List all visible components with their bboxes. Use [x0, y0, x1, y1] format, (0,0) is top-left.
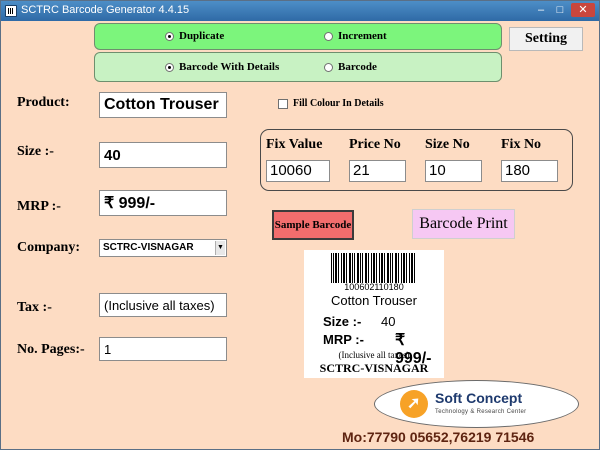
- setting-button[interactable]: Setting: [509, 27, 583, 51]
- product-label: Product:: [17, 95, 70, 110]
- tax-label: Tax :-: [17, 300, 52, 315]
- product-input[interactable]: Cotton Trouser: [99, 92, 227, 118]
- radio-increment[interactable]: Increment: [324, 30, 387, 42]
- fill-colour-checkbox-box[interactable]: [278, 98, 288, 109]
- fix-no-input[interactable]: 180: [501, 160, 558, 182]
- logo-title: Soft Concept: [435, 390, 523, 406]
- fill-colour-checkbox[interactable]: Fill Colour In Details: [278, 98, 384, 109]
- window-title: SCTRC Barcode Generator 4.4.15: [21, 4, 190, 16]
- tax-input[interactable]: (Inclusive all taxes): [99, 293, 227, 317]
- barcode-preview: 100602110180 Cotton Trouser Size :- 40 M…: [304, 250, 444, 378]
- contact-numbers: Mo:77790 05652,76219 71546: [342, 429, 535, 445]
- size-no-input[interactable]: 10: [425, 160, 482, 182]
- barcode-print-button[interactable]: Barcode Print: [412, 209, 515, 239]
- title-bar: SCTRC Barcode Generator 4.4.15 – □ ✕: [1, 1, 599, 21]
- fix-no-label: Fix No: [501, 137, 542, 152]
- close-button[interactable]: ✕: [571, 3, 595, 17]
- logo-subtitle: Technology & Research Center: [435, 409, 527, 415]
- size-input[interactable]: 40: [99, 142, 227, 168]
- radio-barcode-dot[interactable]: [324, 62, 333, 72]
- arrow-icon: [400, 390, 428, 418]
- app-window: SCTRC Barcode Generator 4.4.15 – □ ✕ Dup…: [0, 0, 600, 450]
- preview-barcode-number: 100602110180: [344, 282, 404, 292]
- preview-size-value: 40: [381, 314, 396, 329]
- radio-barcode-with-details-dot[interactable]: [165, 62, 174, 72]
- mrp-input[interactable]: ₹ 999/-: [99, 190, 227, 216]
- fix-value-label: Fix Value: [266, 137, 323, 152]
- barcode-graphic: [331, 253, 415, 283]
- company-label: Company:: [17, 240, 81, 255]
- preview-size-label: Size :-: [323, 314, 362, 329]
- price-no-label: Price No: [349, 137, 401, 152]
- format-panel: Barcode With Details Barcode: [94, 52, 502, 82]
- radio-barcode-with-details[interactable]: Barcode With Details: [165, 61, 279, 73]
- sample-barcode-button[interactable]: Sample Barcode: [272, 210, 354, 240]
- radio-barcode[interactable]: Barcode: [324, 61, 377, 73]
- pages-label: No. Pages:-: [17, 342, 85, 357]
- radio-duplicate-dot[interactable]: [165, 31, 174, 41]
- company-select-value: SCTRC-VISNAGAR: [103, 242, 194, 253]
- pages-input[interactable]: 1: [99, 337, 227, 361]
- barcode-app-icon: [5, 5, 17, 17]
- fix-value-input[interactable]: 10060: [266, 160, 330, 182]
- radio-duplicate[interactable]: Duplicate: [165, 30, 224, 42]
- preview-mrp-label: MRP :-: [323, 332, 364, 347]
- company-select[interactable]: SCTRC-VISNAGAR ▼: [99, 239, 227, 257]
- fix-values-group: Fix Value Price No Size No Fix No 10060 …: [260, 129, 573, 191]
- mrp-label: MRP :-: [17, 199, 61, 214]
- preview-company: SCTRC-VISNAGAR: [319, 361, 429, 375]
- maximize-button[interactable]: □: [552, 3, 568, 17]
- chevron-down-icon[interactable]: ▼: [215, 241, 225, 255]
- radio-barcode-with-details-label: Barcode With Details: [179, 61, 280, 73]
- mode-panel: Duplicate Increment: [94, 23, 502, 50]
- size-label: Size :-: [17, 144, 54, 159]
- soft-concept-logo: Soft Concept Technology & Research Cente…: [374, 380, 579, 428]
- size-no-label: Size No: [425, 137, 470, 152]
- preview-product-name: Cotton Trouser: [331, 293, 417, 308]
- radio-barcode-label: Barcode: [338, 61, 377, 73]
- preview-tax-text: (Inclusive all taxes): [338, 350, 410, 360]
- radio-duplicate-label: Duplicate: [179, 30, 225, 42]
- price-no-input[interactable]: 21: [349, 160, 406, 182]
- minimize-button[interactable]: –: [533, 3, 549, 17]
- radio-increment-dot[interactable]: [324, 31, 333, 41]
- fill-colour-checkbox-label: Fill Colour In Details: [293, 98, 384, 109]
- radio-increment-label: Increment: [338, 30, 387, 42]
